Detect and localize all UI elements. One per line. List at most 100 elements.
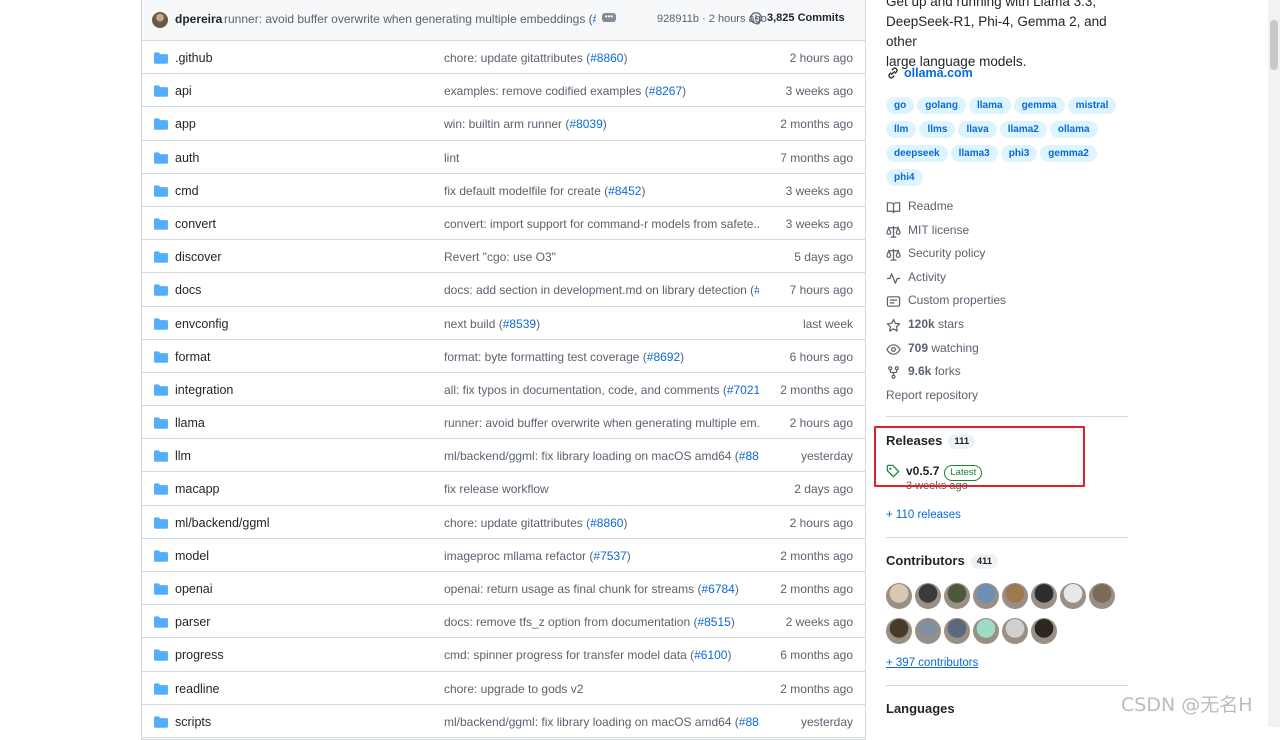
contributor-avatar[interactable]: [1002, 583, 1028, 609]
author-avatar[interactable]: [152, 12, 168, 28]
file-row[interactable]: discover Revert "cgo: use O3" 5 days ago: [142, 240, 865, 274]
topic-tag[interactable]: go: [886, 97, 915, 114]
readme-link[interactable]: Readme: [886, 199, 1128, 223]
commit-message-link[interactable]: format: byte formatting test coverage (#…: [444, 350, 759, 364]
homepage-link[interactable]: ollama.com: [886, 66, 973, 80]
commit-message-link[interactable]: win: builtin arm runner (#8039): [444, 117, 759, 131]
contributor-avatar[interactable]: [1060, 583, 1086, 609]
file-name-link[interactable]: api: [175, 84, 192, 98]
file-row[interactable]: envconfig next build (#8539) last week: [142, 307, 865, 340]
file-row[interactable]: api examples: remove codified examples (#…: [142, 74, 865, 108]
contributor-avatar[interactable]: [973, 618, 999, 644]
more-releases-link[interactable]: + 110 releases: [886, 509, 961, 521]
commit-message-link[interactable]: all: fix typos in documentation, code, a…: [444, 383, 759, 397]
contributors-heading[interactable]: Contributors 411: [886, 553, 999, 569]
scrollbar-thumb[interactable]: [1270, 20, 1278, 70]
file-name-link[interactable]: .github: [175, 51, 213, 65]
contributor-avatar[interactable]: [886, 583, 912, 609]
file-row[interactable]: app win: builtin arm runner (#8039) 2 mont…: [142, 107, 865, 141]
expand-commit-button[interactable]: •••: [602, 13, 616, 22]
commit-age[interactable]: 2 months ago: [780, 582, 853, 596]
file-row[interactable]: llm ml/backend/ggml: fix library loading …: [142, 439, 865, 473]
topic-tag[interactable]: golang: [917, 97, 966, 114]
commit-message-link[interactable]: docs: remove tfs_z option from documenta…: [444, 615, 759, 629]
commits-history-link[interactable]: 3,825 Commits: [750, 12, 845, 24]
commit-age[interactable]: 2 months ago: [780, 682, 853, 696]
file-name-link[interactable]: auth: [175, 151, 199, 165]
commit-message-link[interactable]: fix release workflow: [444, 482, 759, 496]
latest-commit-message[interactable]: runner: avoid buffer overwrite when gene…: [224, 12, 596, 26]
commit-message-link[interactable]: examples: remove codified examples (#826…: [444, 84, 759, 98]
file-name-link[interactable]: parser: [175, 615, 210, 629]
file-name-link[interactable]: convert: [175, 217, 216, 231]
file-row[interactable]: model imageproc mllama refactor (#7537) 2 …: [142, 539, 865, 572]
commit-age[interactable]: 7 months ago: [780, 151, 853, 165]
commit-age[interactable]: 2 days ago: [794, 482, 853, 496]
file-row[interactable]: convert convert: import support for comma…: [142, 207, 865, 241]
file-name-link[interactable]: macapp: [175, 482, 219, 496]
file-name-link[interactable]: llama: [175, 416, 205, 430]
security-policy-link[interactable]: Security policy: [886, 246, 1128, 270]
commit-message-link[interactable]: docs: add section in development.md on l…: [444, 283, 759, 297]
file-name-link[interactable]: cmd: [175, 184, 199, 198]
commit-age[interactable]: 6 hours ago: [790, 350, 853, 364]
contributor-avatar[interactable]: [915, 583, 941, 609]
commit-message-link[interactable]: fix default modelfile for create (#8452): [444, 184, 759, 198]
file-row[interactable]: progress cmd: spinner progress for transf…: [142, 638, 865, 672]
topic-tag[interactable]: phi3: [1000, 145, 1038, 162]
file-row[interactable]: parser docs: remove tfs_z option from doc…: [142, 605, 865, 639]
file-row[interactable]: readline chore: upgrade to gods v2 2 month…: [142, 672, 865, 705]
topic-tag[interactable]: gemma: [1013, 97, 1065, 114]
contributor-avatar[interactable]: [1002, 618, 1028, 644]
file-row[interactable]: scripts ml/backend/ggml: fix library load…: [142, 705, 865, 738]
commit-message-link[interactable]: chore: upgrade to gods v2: [444, 682, 759, 696]
topic-tag[interactable]: ollama: [1049, 121, 1098, 138]
file-name-link[interactable]: progress: [175, 648, 224, 662]
file-name-link[interactable]: llm: [175, 449, 191, 463]
custom-properties-link[interactable]: Custom properties: [886, 293, 1128, 317]
file-name-link[interactable]: docs: [175, 283, 201, 297]
file-row[interactable]: auth lint 7 months ago: [142, 141, 865, 174]
commit-age[interactable]: last week: [803, 317, 853, 331]
file-name-link[interactable]: readline: [175, 682, 219, 696]
file-name-link[interactable]: app: [175, 117, 196, 131]
commit-age[interactable]: 2 hours ago: [790, 51, 853, 65]
commit-age[interactable]: yesterday: [801, 449, 853, 463]
commit-age[interactable]: 2 hours ago: [790, 416, 853, 430]
commit-age[interactable]: 3 weeks ago: [786, 217, 853, 231]
topic-tag[interactable]: mistral: [1067, 97, 1117, 114]
commit-message-link[interactable]: ml/backend/ggml: fix library loading on …: [444, 449, 759, 463]
commit-message-link[interactable]: runner: avoid buffer overwrite when gene…: [444, 416, 759, 430]
topic-tag[interactable]: phi4: [886, 169, 923, 186]
file-name-link[interactable]: envconfig: [175, 317, 229, 331]
topic-tag[interactable]: llama2: [999, 121, 1047, 138]
contributor-avatar[interactable]: [944, 583, 970, 609]
commit-age[interactable]: 7 hours ago: [790, 283, 853, 297]
commit-age[interactable]: 2 weeks ago: [786, 615, 853, 629]
file-row[interactable]: .github chore: update gitattributes (#886…: [142, 41, 865, 75]
commit-age[interactable]: 2 months ago: [780, 117, 853, 131]
file-row[interactable]: cmd fix default modelfile for create (#84…: [142, 174, 865, 207]
commit-message-link[interactable]: Revert "cgo: use O3": [444, 250, 759, 264]
file-row[interactable]: llama runner: avoid buffer overwrite when…: [142, 406, 865, 440]
commit-message-link[interactable]: lint: [444, 151, 759, 165]
commit-message-link[interactable]: cmd: spinner progress for transfer model…: [444, 648, 759, 662]
topic-tag[interactable]: llama3: [950, 145, 998, 162]
file-row[interactable]: ml/backend/ggml chore: update gitattribut…: [142, 506, 865, 539]
commit-age[interactable]: 2 hours ago: [790, 516, 853, 530]
commit-age[interactable]: 5 days ago: [794, 250, 853, 264]
commit-age[interactable]: 6 months ago: [780, 648, 853, 662]
file-name-link[interactable]: openai: [175, 582, 213, 596]
contributor-avatar[interactable]: [944, 618, 970, 644]
file-row[interactable]: integration all: fix typos in documentati…: [142, 373, 865, 407]
commit-message-link[interactable]: convert: import support for command-r mo…: [444, 217, 759, 231]
license-link[interactable]: MIT license: [886, 223, 1128, 247]
commit-message-link[interactable]: openai: return usage as final chunk for …: [444, 582, 759, 596]
commit-message-link[interactable]: chore: update gitattributes (#8860): [444, 51, 759, 65]
commit-message-link[interactable]: imageproc mllama refactor (#7537): [444, 549, 759, 563]
file-name-link[interactable]: integration: [175, 383, 233, 397]
topic-tag[interactable]: llava: [958, 121, 997, 138]
commit-author-link[interactable]: dpereira: [175, 12, 222, 26]
file-row[interactable]: format format: byte formatting test cover…: [142, 340, 865, 373]
commit-message-link[interactable]: chore: update gitattributes (#8860): [444, 516, 759, 530]
